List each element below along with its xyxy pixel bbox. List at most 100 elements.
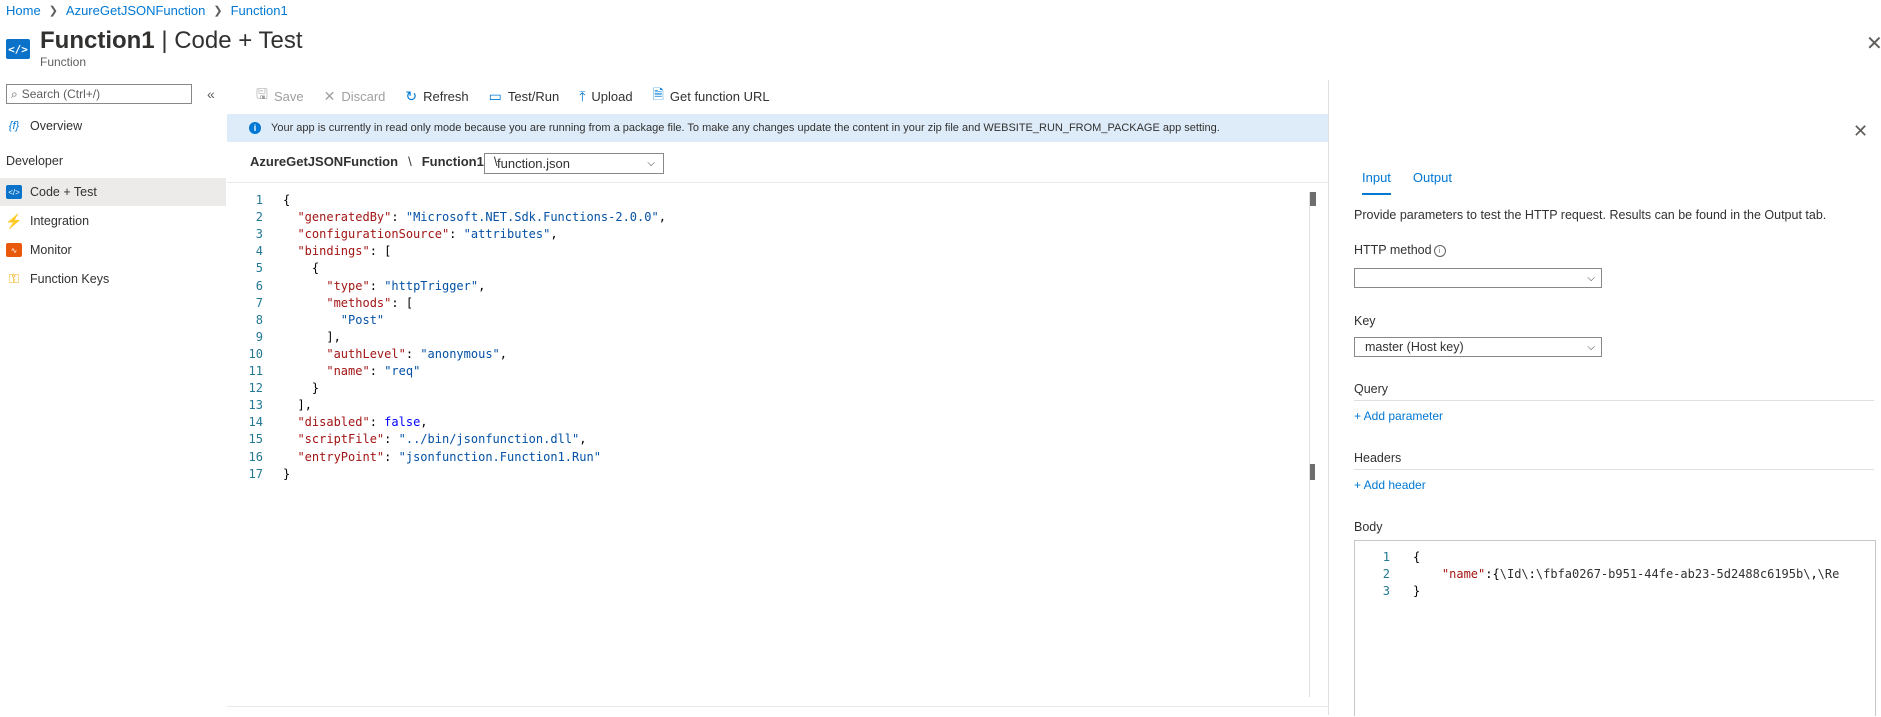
- http-method-label: HTTP method i: [1354, 243, 1446, 257]
- key-icon: ⚿: [9, 271, 19, 286]
- headers-label: Headers: [1354, 451, 1402, 465]
- panel-tabs: Input Output: [1362, 170, 1452, 195]
- info-icon[interactable]: i: [1433, 245, 1446, 257]
- panel-description: Provide parameters to test the HTTP requ…: [1354, 208, 1827, 222]
- more-options-icon[interactable]: ···: [284, 30, 303, 48]
- body-editor[interactable]: 1 {2 "name":{\Id\:\fbfa0267-b951-44fe-ab2…: [1354, 540, 1876, 716]
- code-text: "authLevel": "anonymous",: [326, 346, 508, 361]
- breadcrumb-function[interactable]: Function1: [231, 3, 288, 18]
- info-message: Your app is currently in read only mode …: [271, 122, 1220, 134]
- file-select-dropdown[interactable]: function.json ⌵: [484, 153, 664, 174]
- divider: [1354, 400, 1874, 401]
- path-function: Function1: [421, 154, 484, 169]
- line-number: 8: [255, 312, 263, 327]
- line-number: 15: [248, 432, 263, 447]
- editor-scrollbar[interactable]: [1309, 192, 1316, 697]
- http-method-dropdown[interactable]: ⌵: [1354, 268, 1602, 288]
- sidebar-item-integration[interactable]: ⚡ Integration: [0, 207, 226, 235]
- breadcrumb-home[interactable]: Home: [6, 3, 41, 18]
- editor-status-bar: [227, 706, 1329, 717]
- line-number: 9: [255, 329, 263, 344]
- search-placeholder: Search (Ctrl+/): [21, 87, 101, 101]
- get-function-url-button[interactable]: 🗎 Get function URL: [653, 84, 770, 108]
- upload-icon: ⤒: [579, 87, 586, 104]
- sidebar-search-input[interactable]: ⌕ Search (Ctrl+/): [6, 84, 192, 104]
- breadcrumb: Home ❯ AzureGetJSONFunction ❯ Function1: [6, 3, 288, 18]
- divider: [227, 182, 1329, 183]
- read-only-info-bar: i Your app is currently in read only mod…: [227, 114, 1329, 142]
- refresh-button[interactable]: ↻ Refresh: [405, 84, 468, 108]
- divider: [1354, 469, 1874, 470]
- test-run-icon: ▭: [488, 87, 502, 104]
- page-subtitle: Function: [40, 55, 87, 69]
- code-editor[interactable]: 1 {2 "generatedBy": "Microsoft.NET.Sdk.Fu…: [227, 192, 1317, 697]
- line-number: 3: [255, 227, 263, 242]
- sidebar-item-monitor[interactable]: ∿ Monitor: [0, 236, 226, 264]
- refresh-label: Refresh: [423, 88, 469, 104]
- sidebar-item-label: Monitor: [30, 243, 72, 257]
- discard-icon: ✕: [323, 87, 336, 104]
- sidebar-item-label: Code + Test: [30, 185, 97, 199]
- line-number: 17: [248, 466, 263, 481]
- chevron-right-icon: ❯: [48, 5, 58, 17]
- code-text: "Post": [340, 312, 385, 327]
- sidebar-item-label: Overview: [30, 119, 83, 133]
- line-number: 1: [255, 193, 263, 207]
- panel-divider: [1328, 80, 1329, 715]
- chevron-right-icon: ❯: [213, 5, 223, 17]
- code-text: "configurationSource": "attributes",: [297, 227, 558, 242]
- overview-ruler-marker: [1310, 192, 1316, 206]
- test-run-label: Test/Run: [507, 88, 560, 104]
- code-text: "scriptFile": "../bin/jsonfunction.dll",: [297, 432, 587, 447]
- line-number: 13: [248, 398, 263, 413]
- line-number: 12: [248, 381, 263, 396]
- key-dropdown[interactable]: master (Host key) ⌵: [1354, 337, 1602, 357]
- line-number: 2: [255, 210, 263, 225]
- tab-output[interactable]: Output: [1413, 170, 1452, 195]
- function-code-icon: </>: [6, 39, 30, 59]
- line-number: 4: [255, 244, 263, 259]
- breadcrumb-app[interactable]: AzureGetJSONFunction: [66, 3, 205, 18]
- code-icon: </>: [6, 185, 22, 199]
- close-panel-icon[interactable]: ✕: [1853, 121, 1868, 142]
- sidebar-item-code-test[interactable]: </> Code + Test: [0, 178, 226, 206]
- path-separator: \: [408, 154, 412, 169]
- line-number: 3: [1382, 584, 1390, 598]
- code-text: "type": "httpTrigger",: [326, 278, 486, 293]
- line-number: 6: [255, 278, 263, 293]
- code-text: {: [283, 193, 291, 207]
- page-title-main: Function1: [40, 27, 155, 54]
- close-blade-icon[interactable]: ✕: [1866, 31, 1881, 56]
- page-title: Function1 | Code + Test: [40, 27, 303, 55]
- code-text: "bindings": [: [297, 244, 392, 259]
- link-document-icon: 🗎: [652, 86, 664, 102]
- line-number: 2: [1382, 567, 1390, 581]
- code-text: "disabled": false,: [297, 415, 428, 430]
- info-icon: i: [249, 122, 261, 134]
- monitor-icon: ∿: [6, 243, 22, 257]
- tab-input[interactable]: Input: [1362, 170, 1391, 195]
- save-button[interactable]: 🖫 Save: [256, 84, 304, 108]
- sidebar-section-developer: Developer: [6, 154, 63, 168]
- add-parameter-link[interactable]: + Add parameter: [1354, 409, 1443, 423]
- code-text: "name": "req": [326, 364, 421, 378]
- upload-button[interactable]: ⤒ Upload: [579, 84, 632, 108]
- page-title-rest: | Code + Test: [154, 27, 303, 54]
- upload-label: Upload: [591, 88, 633, 104]
- code-text: ],: [326, 329, 341, 344]
- scrollbar-thumb[interactable]: [1310, 464, 1315, 480]
- command-bar: 🖫 Save ✕ Discard ↻ Refresh ▭ Test/Run ⤒ Uploa…: [256, 84, 770, 108]
- save-icon: 🖫: [256, 86, 268, 102]
- chevron-down-icon: ⌵: [1587, 272, 1595, 284]
- query-label: Query: [1354, 382, 1389, 396]
- sidebar-item-function-keys[interactable]: ⚿ Function Keys: [0, 265, 226, 293]
- line-number: 10: [248, 346, 263, 361]
- discard-label: Discard: [341, 88, 386, 104]
- discard-button[interactable]: ✕ Discard: [324, 84, 386, 108]
- code-text: {: [1413, 550, 1421, 564]
- add-header-link[interactable]: + Add header: [1354, 478, 1426, 492]
- collapse-sidebar-icon[interactable]: «: [207, 86, 215, 102]
- get-url-label: Get function URL: [669, 88, 770, 104]
- sidebar-item-overview[interactable]: {f} Overview: [0, 112, 226, 140]
- test-run-button[interactable]: ▭ Test/Run: [489, 84, 560, 108]
